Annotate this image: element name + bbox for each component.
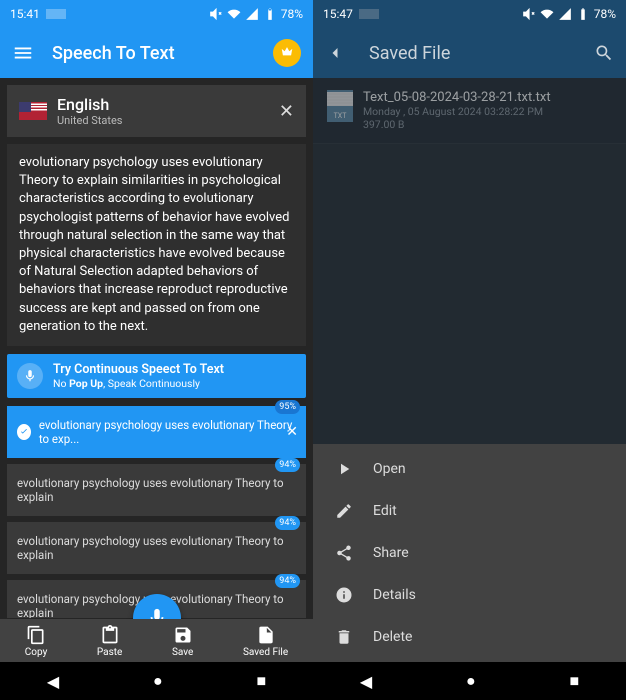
flag-icon [19,102,47,120]
home-icon[interactable]: ● [466,671,476,691]
file-list: TXT Text_05-08-2024-03-28-21.txt.txt Mon… [313,78,626,144]
file-name: Text_05-08-2024-03-28-21.txt.txt [363,90,612,105]
copy-button[interactable]: Copy [25,625,48,658]
wifi-icon [540,7,554,21]
file-date: Monday , 05 August 2024 03:28:22 PM [363,105,612,118]
menu-details[interactable]: Details [313,574,626,616]
toolbar-title: Speech To Text [52,43,273,64]
confidence-badge: 94% [275,574,300,588]
confidence-badge: 94% [275,516,300,530]
toolbar-title: Saved File [369,43,594,64]
history-list: evolutionary psychology uses evolutionar… [7,406,306,618]
toolbar: Saved File [313,28,626,78]
menu-open[interactable]: Open [313,448,626,490]
back-icon[interactable]: ◀ [360,672,372,691]
back-icon[interactable] [325,43,345,63]
language-name: English [57,95,269,114]
mute-icon [209,7,223,21]
transcription-text[interactable]: evolutionary psychology uses evolutionar… [7,144,306,346]
battery-icon [263,7,277,21]
status-time: 15:41 [10,7,40,21]
placeholder-icon [46,9,66,19]
mute-icon [522,7,536,21]
recent-icon[interactable]: ■ [569,671,579,691]
home-icon[interactable]: ● [153,671,163,691]
battery-icon [576,7,590,21]
promo-sub: No Pop Up, Speak Continuously [53,377,224,390]
menu-share[interactable]: Share [313,532,626,574]
signal-icon [558,7,572,21]
system-nav: ◀ ● ■ [0,662,313,700]
promo-banner[interactable]: Try Continuous Speect To Text No Pop Up,… [7,354,306,398]
confidence-badge: 94% [275,458,300,472]
save-button[interactable]: Save [172,625,193,658]
screen-speech-to-text: 15:41 78% Speech To Text English United … [0,0,313,700]
history-item[interactable]: evolutionary psychology uses evolutionar… [7,406,306,458]
recent-icon[interactable]: ■ [256,671,266,691]
bottom-nav: Copy Paste Save Saved File [0,619,313,662]
file-item[interactable]: TXT Text_05-08-2024-03-28-21.txt.txt Mon… [313,78,626,144]
system-nav: ◀ ● ■ [313,662,626,700]
promo-title: Try Continuous Speect To Text [53,362,224,377]
toolbar: Speech To Text [0,28,313,78]
language-selector[interactable]: English United States ✕ [7,85,306,137]
screen-saved-file: 15:47 78% Saved File TXT Text_05-08-2024… [313,0,626,700]
paste-button[interactable]: Paste [97,625,122,658]
txt-file-icon: TXT [327,90,353,122]
wifi-icon [227,7,241,21]
history-item[interactable]: evolutionary psychology uses evolutionar… [7,522,306,574]
mic-icon [17,363,43,389]
back-icon[interactable]: ◀ [47,672,59,691]
signal-icon [245,7,259,21]
status-time: 15:47 [323,7,353,21]
status-bar: 15:47 78% [313,0,626,28]
clear-icon[interactable]: ✕ [286,424,298,440]
battery-text: 78% [281,7,303,21]
status-bar: 15:41 78% [0,0,313,28]
close-icon[interactable]: ✕ [279,101,294,122]
menu-delete[interactable]: Delete [313,616,626,658]
language-sub: United States [57,114,269,127]
premium-button[interactable] [273,39,301,67]
search-icon[interactable] [594,43,614,63]
context-menu: Open Edit Share Details Delete [313,444,626,662]
file-size: 397.00 B [363,118,612,131]
menu-icon[interactable] [12,42,34,64]
check-icon [17,424,31,440]
history-item[interactable]: evolutionary psychology uses evolutionar… [7,464,306,516]
placeholder-icon [359,9,379,19]
confidence-badge: 95% [275,400,300,414]
battery-text: 78% [594,7,616,21]
saved-file-button[interactable]: Saved File [243,625,288,658]
menu-edit[interactable]: Edit [313,490,626,532]
